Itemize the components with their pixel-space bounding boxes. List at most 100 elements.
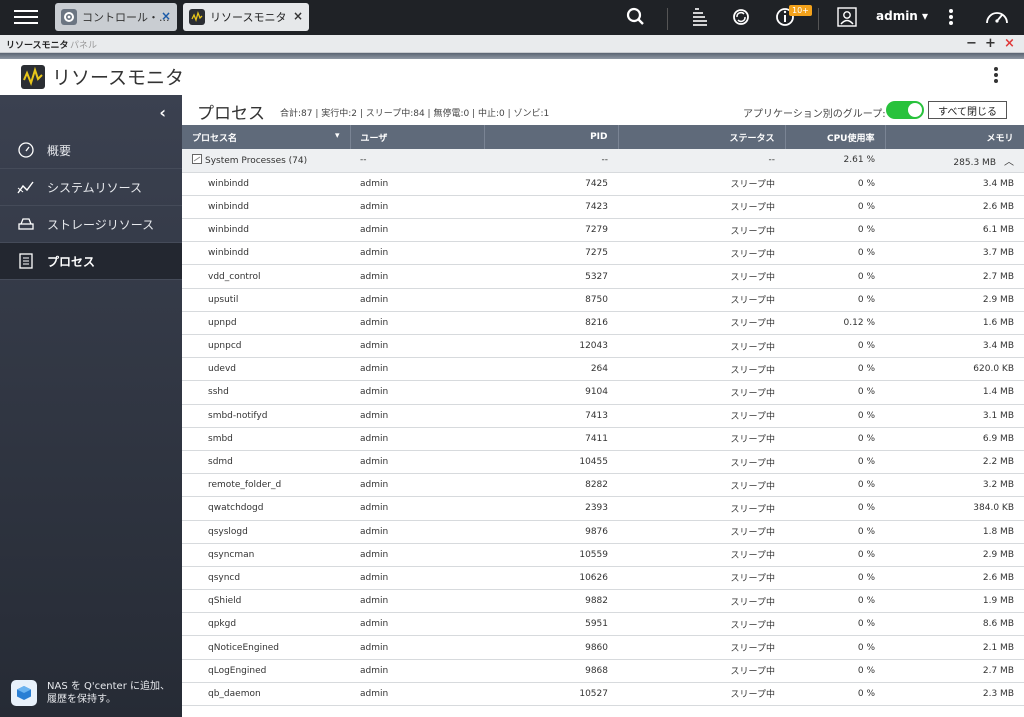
table-row[interactable]: qsyncman admin 10559 スリープ中 0 % 2.9 MB [182, 543, 1024, 567]
table-row[interactable]: qsyslogd admin 9876 スリープ中 0 % 1.8 MB [182, 520, 1024, 544]
user-menu[interactable]: admin ▾ [876, 9, 928, 23]
process-name-cell: upnpd [182, 311, 350, 336]
sidebar-item-storage-resource[interactable]: ストレージリソース [0, 206, 182, 243]
memory-cell: 2.1 MB [885, 635, 1024, 660]
table-row[interactable]: winbindd admin 7425 スリープ中 0 % 3.4 MB [182, 172, 1024, 196]
table-row[interactable]: qShield admin 9882 スリープ中 0 % 1.9 MB [182, 589, 1024, 614]
table-row[interactable]: upnpd admin 8216 スリープ中 0.12 % 1.6 MB [182, 311, 1024, 336]
table-row[interactable]: qwatchdogd admin 2393 スリープ中 0 % 384.0 KB [182, 496, 1024, 521]
group-status-cell: -- [618, 149, 785, 173]
user-cell: admin [350, 218, 484, 243]
table-row[interactable]: upsutil admin 8750 スリープ中 0 % 2.9 MB [182, 288, 1024, 312]
process-name-cell: qsyncman [182, 543, 350, 567]
user-icon[interactable] [836, 6, 858, 28]
sort-arrow-icon: ▾ [334, 130, 340, 141]
dashboard-gauge-icon[interactable] [984, 6, 1010, 28]
tab-close-icon[interactable]: × [293, 9, 303, 23]
user-cell: admin [350, 427, 484, 451]
group-row-system-processes[interactable]: System Processes (74) -- -- -- 2.61 % 28… [182, 149, 1024, 173]
page-title: プロセス [197, 104, 265, 124]
table-row[interactable]: remote_folder_d admin 8282 スリープ中 0 % 3.2 MB [182, 473, 1024, 498]
more-vertical-icon[interactable] [994, 67, 998, 85]
memory-cell: 8.6 MB [885, 612, 1024, 637]
window-title: リソースモニタ [6, 41, 69, 51]
table-row[interactable]: qb_daemon admin 10527 スリープ中 0 % 2.3 MB [182, 682, 1024, 707]
column-header-user[interactable]: ユーザ [350, 125, 485, 149]
user-cell: admin [350, 404, 484, 428]
menu-icon[interactable] [14, 6, 38, 28]
table-row[interactable]: qLogEngined admin 9868 スリープ中 0 % 2.7 MB [182, 659, 1024, 683]
chart-line-icon [17, 178, 35, 196]
cpu-cell: 0 % [785, 241, 885, 266]
column-header-memory[interactable]: メモリ [885, 125, 1024, 149]
tab-close-icon[interactable]: × [161, 9, 171, 23]
process-name-cell: winbindd [182, 218, 350, 243]
process-name-cell: winbindd [182, 195, 350, 220]
maximize-button[interactable]: + [985, 35, 996, 53]
status-cell: スリープ中 [618, 288, 785, 312]
user-cell: admin [350, 264, 484, 289]
table-row[interactable]: winbindd admin 7275 スリープ中 0 % 3.7 MB [182, 241, 1024, 266]
more-vertical-icon[interactable] [946, 6, 956, 28]
table-row[interactable]: winbindd admin 7423 スリープ中 0 % 2.6 MB [182, 195, 1024, 220]
user-cell: admin [350, 659, 484, 683]
cpu-cell: 0 % [785, 404, 885, 428]
memory-cell: 1.8 MB [885, 520, 1024, 544]
status-cell: スリープ中 [618, 496, 785, 521]
pid-cell: 10527 [484, 682, 618, 707]
qcenter-promo[interactable]: NAS を Q'center に追加、 履歴を保持す。 [0, 668, 182, 717]
status-cell: スリープ中 [618, 543, 785, 567]
table-row[interactable]: upnpcd admin 12043 スリープ中 0 % 3.4 MB [182, 334, 1024, 359]
column-header-pid[interactable]: PID [484, 125, 619, 149]
drive-icon [17, 215, 35, 233]
column-label: プロセス名 [192, 133, 238, 144]
column-header-process-name[interactable]: プロセス名 ▾ [182, 125, 351, 149]
tab-resource-monitor[interactable]: リソースモニタ × [183, 3, 309, 31]
sync-icon[interactable] [730, 6, 752, 28]
qcenter-line1: NAS を Q'center に追加、 [47, 680, 170, 692]
stack-icon[interactable] [689, 6, 711, 28]
tab-control-panel[interactable]: コントロール・... × [55, 3, 177, 31]
status-cell: スリープ中 [618, 404, 785, 428]
table-row[interactable]: winbindd admin 7279 スリープ中 0 % 6.1 MB [182, 218, 1024, 243]
app-title: リソースモニタ [52, 67, 185, 89]
sidebar-item-label: 概要 [47, 143, 72, 158]
memory-cell: 6.1 MB [885, 218, 1024, 243]
status-cell: スリープ中 [618, 334, 785, 359]
process-name-cell: qNoticeEngined [182, 635, 350, 660]
group-pid-cell: -- [484, 149, 618, 173]
sidebar-item-overview[interactable]: 概要 [0, 132, 182, 169]
user-cell: admin [350, 172, 484, 196]
table-row[interactable]: qsyncd admin 10626 スリープ中 0 % 2.6 MB [182, 566, 1024, 591]
group-memory-cell: 285.3 MB ︿ [885, 149, 1024, 173]
collapse-sidebar-icon[interactable]: ‹ [159, 103, 166, 122]
group-by-app-toggle[interactable] [886, 101, 924, 119]
close-button[interactable]: × [1004, 35, 1015, 53]
sidebar-item-process[interactable]: プロセス [0, 243, 182, 280]
cpu-cell: 0 % [785, 659, 885, 683]
table-row[interactable]: smbd admin 7411 スリープ中 0 % 6.9 MB [182, 427, 1024, 451]
qcenter-line2: 履歴を保持す。 [47, 693, 116, 705]
cpu-cell: 0 % [785, 473, 885, 498]
column-header-cpu[interactable]: CPU使用率 [785, 125, 886, 149]
sidebar-item-system-resource[interactable]: システムリソース [0, 169, 182, 206]
table-row[interactable]: qNoticeEngined admin 9860 スリープ中 0 % 2.1 MB [182, 635, 1024, 660]
column-header-status[interactable]: ステータス [618, 125, 786, 149]
table-row[interactable]: vdd_control admin 5327 スリープ中 0 % 2.7 MB [182, 264, 1024, 289]
notification-badge: 10+ [789, 5, 812, 16]
status-cell: スリープ中 [618, 612, 785, 637]
table-row[interactable]: sshd admin 9104 スリープ中 0 % 1.4 MB [182, 380, 1024, 405]
collapse-group-icon[interactable]: ︿ [1004, 157, 1014, 168]
table-row[interactable]: sdmd admin 10455 スリープ中 0 % 2.2 MB [182, 450, 1024, 475]
search-icon[interactable] [625, 6, 647, 28]
close-all-button[interactable]: すべて閉じる [928, 101, 1007, 119]
cpu-cell: 0 % [785, 450, 885, 475]
process-name-cell: smbd [182, 427, 350, 451]
table-row[interactable]: udevd admin 264 スリープ中 0 % 620.0 KB [182, 357, 1024, 382]
memory-cell: 6.9 MB [885, 427, 1024, 451]
minimize-button[interactable]: − [966, 35, 977, 53]
cpu-cell: 0 % [785, 380, 885, 405]
table-row[interactable]: smbd-notifyd admin 7413 スリープ中 0 % 3.1 MB [182, 404, 1024, 428]
memory-cell: 3.2 MB [885, 473, 1024, 498]
table-row[interactable]: qpkgd admin 5951 スリープ中 0 % 8.6 MB [182, 612, 1024, 637]
